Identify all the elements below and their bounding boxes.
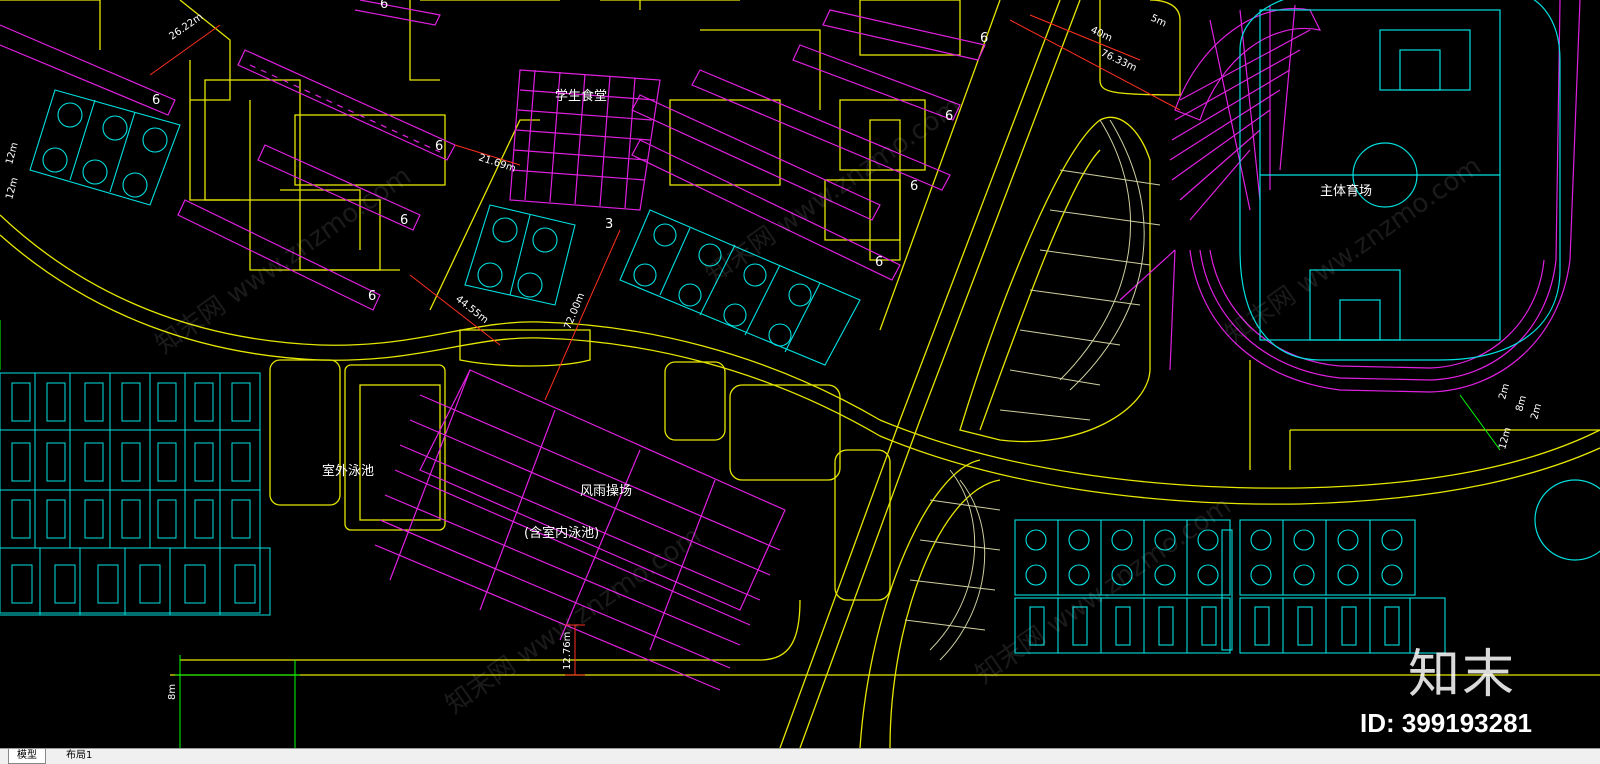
floor-count: 3: [605, 217, 613, 232]
dimension-text: 8m: [167, 684, 178, 700]
dimension-text: 21.69m: [477, 152, 517, 174]
dimension-text: 12m: [4, 141, 20, 166]
floor-count: 6: [875, 255, 883, 270]
floor-count: 6: [980, 31, 988, 46]
tennis-courts-left: [0, 372, 271, 616]
tab-model[interactable]: 模型: [8, 749, 46, 764]
dimension-text: 44.55m: [453, 294, 490, 326]
canteen-label: 学生食堂: [555, 88, 607, 104]
green-guides: [0, 320, 1501, 748]
indoor-pool-label: (含室内泳池): [524, 525, 599, 541]
dimension-text: 12m: [4, 176, 20, 201]
dimension-text: 2m: [1497, 382, 1512, 400]
floor-count: 6: [400, 213, 408, 228]
rain-field-label: 风雨操场: [580, 483, 632, 499]
watermark-logo: 知末: [1408, 645, 1517, 705]
layout-tab-bar: 模型 布局1: [0, 748, 1600, 764]
dimension-text: 26.22m: [167, 11, 205, 42]
floor-count: 6: [435, 139, 443, 154]
watermark-id: ID: 399193281: [1360, 708, 1533, 738]
dimension-text: 5m: [1149, 13, 1168, 30]
site-plan-svg[interactable]: 学生食堂 主体育场 室外泳池 风雨操场 (含室内泳池) 6 6 6 6 6 6 …: [0, 0, 1600, 749]
dimension-text: 40m: [1089, 25, 1114, 44]
floor-count: 6: [152, 93, 160, 108]
dimension-text: 2m: [1529, 402, 1544, 420]
buildings: [0, 0, 1581, 691]
dimension-text: 8m: [1514, 394, 1529, 412]
tab-layout1[interactable]: 布局1: [58, 749, 100, 763]
floor-count: 6: [368, 289, 376, 304]
outdoor-pool-label: 室外泳池: [322, 463, 374, 479]
stadium-label: 主体育场: [1320, 183, 1372, 199]
floor-count: 6: [910, 179, 918, 194]
cad-drawing-canvas[interactable]: 学生食堂 主体育场 室外泳池 风雨操场 (含室内泳池) 6 6 6 6 6 6 …: [0, 0, 1600, 749]
floor-count: 6: [380, 0, 388, 12]
